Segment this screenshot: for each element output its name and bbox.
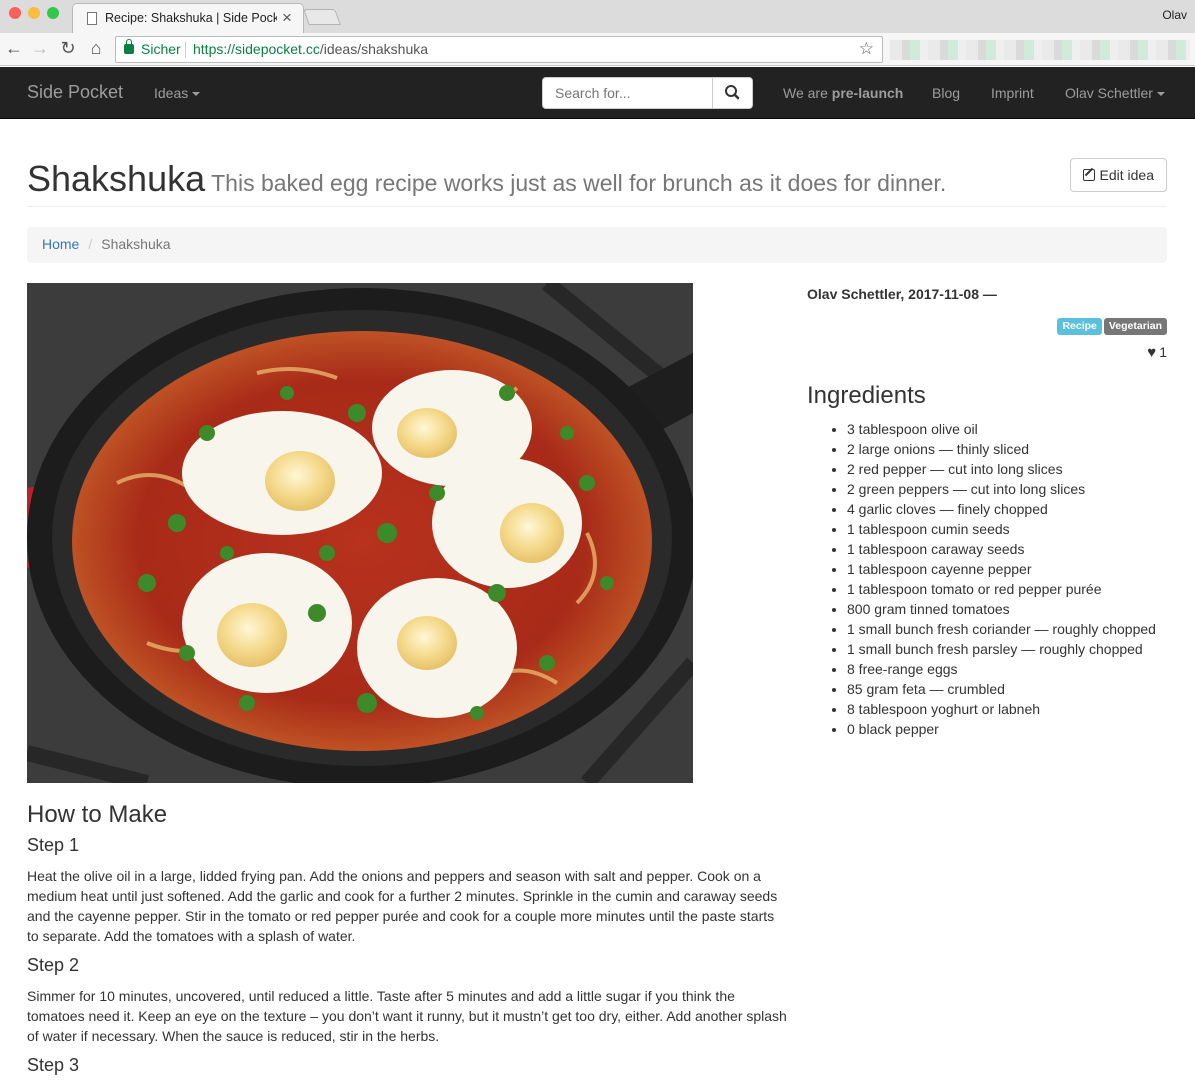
close-window-button[interactable] — [9, 7, 21, 19]
site-navbar: Side Pocket Ideas We are pre-launch Blog… — [0, 67, 1195, 119]
address-bar[interactable]: Sicher https://sidepocket.cc/ideas/shaks… — [115, 36, 883, 63]
prelaunch-prefix: We are — [783, 85, 832, 101]
author-date: Olav Schettler, 2017-11-08 — — [807, 286, 997, 302]
home-icon[interactable]: ⌂ — [86, 38, 106, 58]
minimize-window-button[interactable] — [28, 7, 40, 19]
title-text: Shakshuka — [27, 158, 206, 199]
ingredient-item: 85 gram feta — crumbled — [847, 679, 1187, 699]
url-text: https://sidepocket.cc/ideas/shakshuka — [193, 41, 428, 57]
divider — [185, 42, 186, 58]
search-icon — [725, 85, 740, 100]
step-text: Heat the olive oil in a large, lidded fr… — [27, 868, 778, 944]
caret-down-icon — [1156, 92, 1165, 97]
step-text: Simmer for 10 minutes, uncovered, until … — [27, 988, 787, 1044]
tag-vegetarian[interactable]: Vegetarian — [1103, 318, 1167, 335]
page-icon — [87, 12, 97, 25]
ingredients-title: Ingredients — [807, 382, 926, 409]
ingredient-item: 1 tablespoon cumin seeds — [847, 519, 1187, 539]
breadcrumb-current: Shakshuka — [101, 236, 171, 252]
ingredient-item: 2 large onions — thinly sliced — [847, 439, 1187, 459]
ingredient-item: 1 tablespoon caraway seeds — [847, 539, 1187, 559]
ingredient-item: 1 tablespoon cayenne pepper — [847, 559, 1187, 579]
tab-title: Recipe: Shakshuka | Side Pocket — [105, 11, 277, 25]
back-icon[interactable]: ← — [4, 38, 24, 58]
extension-icons[interactable] — [890, 40, 1190, 60]
user-dropdown[interactable]: Olav Schettler — [1065, 85, 1165, 101]
ingredient-item: 8 tablespoon yoghurt or labneh — [847, 699, 1187, 719]
step-title: Step 2 — [27, 955, 80, 975]
secure-label: Sicher — [141, 41, 181, 57]
page-header: Shakshuka This baked egg recipe works jus… — [27, 150, 1167, 207]
shakshuka-image — [27, 283, 693, 783]
recipe-photo — [27, 283, 693, 783]
close-tab-icon[interactable]: × — [282, 9, 292, 26]
page-subtitle: This baked egg recipe works just as well… — [211, 170, 947, 196]
breadcrumb-separator: / — [88, 236, 93, 252]
search-input[interactable] — [543, 78, 714, 108]
ingredient-item: 1 small bunch fresh coriander — roughly … — [847, 619, 1187, 639]
ingredient-item: 2 green peppers — cut into long slices — [847, 479, 1187, 499]
ingredient-item: 2 red pepper — cut into long slices — [847, 459, 1187, 479]
url-path: /ideas/shakshuka — [319, 41, 429, 57]
prelaunch-link[interactable]: We are pre-launch — [783, 85, 903, 101]
step-title: Step 3 — [27, 1055, 80, 1075]
forward-icon[interactable]: → — [30, 38, 50, 58]
edit-idea-button[interactable]: Edit idea — [1069, 158, 1167, 192]
like-button[interactable]: ♥ 1 — [1147, 344, 1167, 361]
new-tab-button[interactable] — [303, 9, 341, 25]
bookmark-star-icon[interactable]: ☆ — [859, 39, 874, 59]
blog-link[interactable]: Blog — [932, 85, 960, 101]
lock-icon — [124, 39, 134, 54]
ingredient-item: 800 gram tinned tomatoes — [847, 599, 1187, 619]
ingredient-item: 3 tablespoon olive oil — [847, 419, 1187, 439]
page-title: Shakshuka This baked egg recipe works jus… — [27, 158, 946, 200]
imprint-link[interactable]: Imprint — [991, 85, 1034, 101]
browser-toolbar: ← → ↻ ⌂ Sicher https://sidepocket.cc/ide… — [0, 33, 1195, 66]
maximize-window-button[interactable] — [47, 7, 59, 19]
ingredients-list: 3 tablespoon olive oil 2 large onions — … — [847, 419, 1187, 739]
edit-icon — [1082, 169, 1095, 181]
url-host: https://sidepocket.cc — [193, 41, 320, 57]
prelaunch-bold: pre-launch — [831, 85, 904, 101]
ingredient-item: 1 tablespoon tomato or red pepper purée — [847, 579, 1187, 599]
reload-icon[interactable]: ↻ — [58, 38, 78, 58]
search-form — [542, 77, 753, 109]
ingredient-item: 0 black pepper — [847, 719, 1187, 739]
ideas-dropdown[interactable]: Ideas — [154, 85, 201, 101]
how-to-title: How to Make — [27, 801, 168, 828]
step-title: Step 1 — [27, 835, 80, 855]
tag-recipe[interactable]: Recipe — [1057, 318, 1102, 335]
ideas-label: Ideas — [154, 85, 189, 101]
ingredient-item: 8 free-range eggs — [847, 659, 1187, 679]
brand-link[interactable]: Side Pocket — [27, 82, 123, 103]
edit-label: Edit idea — [1099, 167, 1154, 183]
ingredient-item: 4 garlic cloves — finely chopped — [847, 499, 1187, 519]
browser-tab[interactable]: Recipe: Shakshuka | Side Pocket × — [72, 3, 304, 33]
search-button[interactable] — [712, 78, 752, 108]
tag-list: Recipe Vegetarian — [1055, 316, 1167, 335]
breadcrumb-home-link[interactable]: Home — [42, 236, 79, 252]
user-name: Olav Schettler — [1065, 85, 1153, 101]
caret-down-icon — [192, 92, 201, 97]
heart-icon: ♥ — [1147, 344, 1157, 361]
how-to-section: How to Make Step 1 Heat the olive oil in… — [27, 801, 787, 1080]
like-count: 1 — [1159, 344, 1167, 360]
breadcrumb: Home / Shakshuka — [27, 227, 1167, 263]
browser-tab-bar: Recipe: Shakshuka | Side Pocket × Olav — [0, 0, 1195, 33]
ingredient-item: 1 small bunch fresh parsley — roughly ch… — [847, 639, 1187, 659]
profile-name[interactable]: Olav — [1162, 8, 1187, 22]
